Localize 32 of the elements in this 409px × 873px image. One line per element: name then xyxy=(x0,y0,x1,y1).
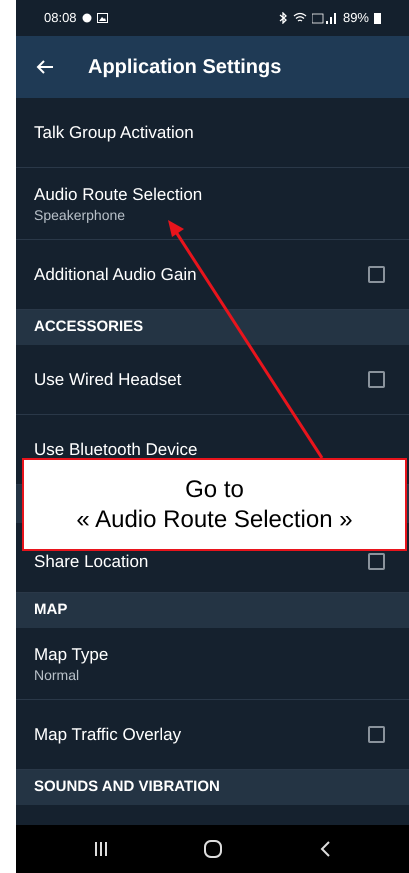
wifi-icon xyxy=(292,12,307,24)
setting-label: Use Wired Headset xyxy=(34,368,182,390)
checkbox[interactable] xyxy=(368,553,385,570)
setting-label: Use Bluetooth Device xyxy=(34,438,198,460)
checkbox[interactable] xyxy=(368,726,385,743)
section-title: MAP xyxy=(34,600,68,620)
settings-row[interactable]: Map Type Normal xyxy=(16,628,409,700)
app-bar-title: Application Settings xyxy=(88,55,282,80)
battery-icon xyxy=(374,12,381,24)
notification-icon xyxy=(82,13,92,23)
status-time: 08:08 xyxy=(44,9,77,28)
section-title: ACCESSORIES xyxy=(34,317,144,338)
back-arrow-icon[interactable] xyxy=(36,59,54,75)
settings-row[interactable]: Use Wired Headset xyxy=(16,345,409,415)
checkbox[interactable] xyxy=(368,266,385,283)
section-title: SOUNDS AND VIBRATION xyxy=(34,777,220,798)
setting-label: Share Location xyxy=(34,550,150,572)
setting-label: Map Type xyxy=(34,644,110,666)
setting-label: Additional Audio Gain xyxy=(34,264,198,286)
setting-value: Normal xyxy=(34,666,80,684)
setting-value: Speakerphone xyxy=(34,206,126,224)
setting-label: Audio Route Selection xyxy=(34,184,204,206)
setting-label: Map Traffic Overlay xyxy=(34,724,182,746)
settings-row[interactable]: Talk Group Activation xyxy=(16,98,409,168)
image-icon xyxy=(96,13,108,23)
back-icon[interactable] xyxy=(319,840,332,858)
battery-percent: 89% xyxy=(342,9,369,28)
setting-label: Talk Group Activation xyxy=(34,122,195,144)
bluetooth-icon xyxy=(278,12,288,24)
home-icon[interactable] xyxy=(203,839,224,859)
checkbox[interactable] xyxy=(368,371,385,388)
recent-apps-icon[interactable] xyxy=(94,841,108,857)
